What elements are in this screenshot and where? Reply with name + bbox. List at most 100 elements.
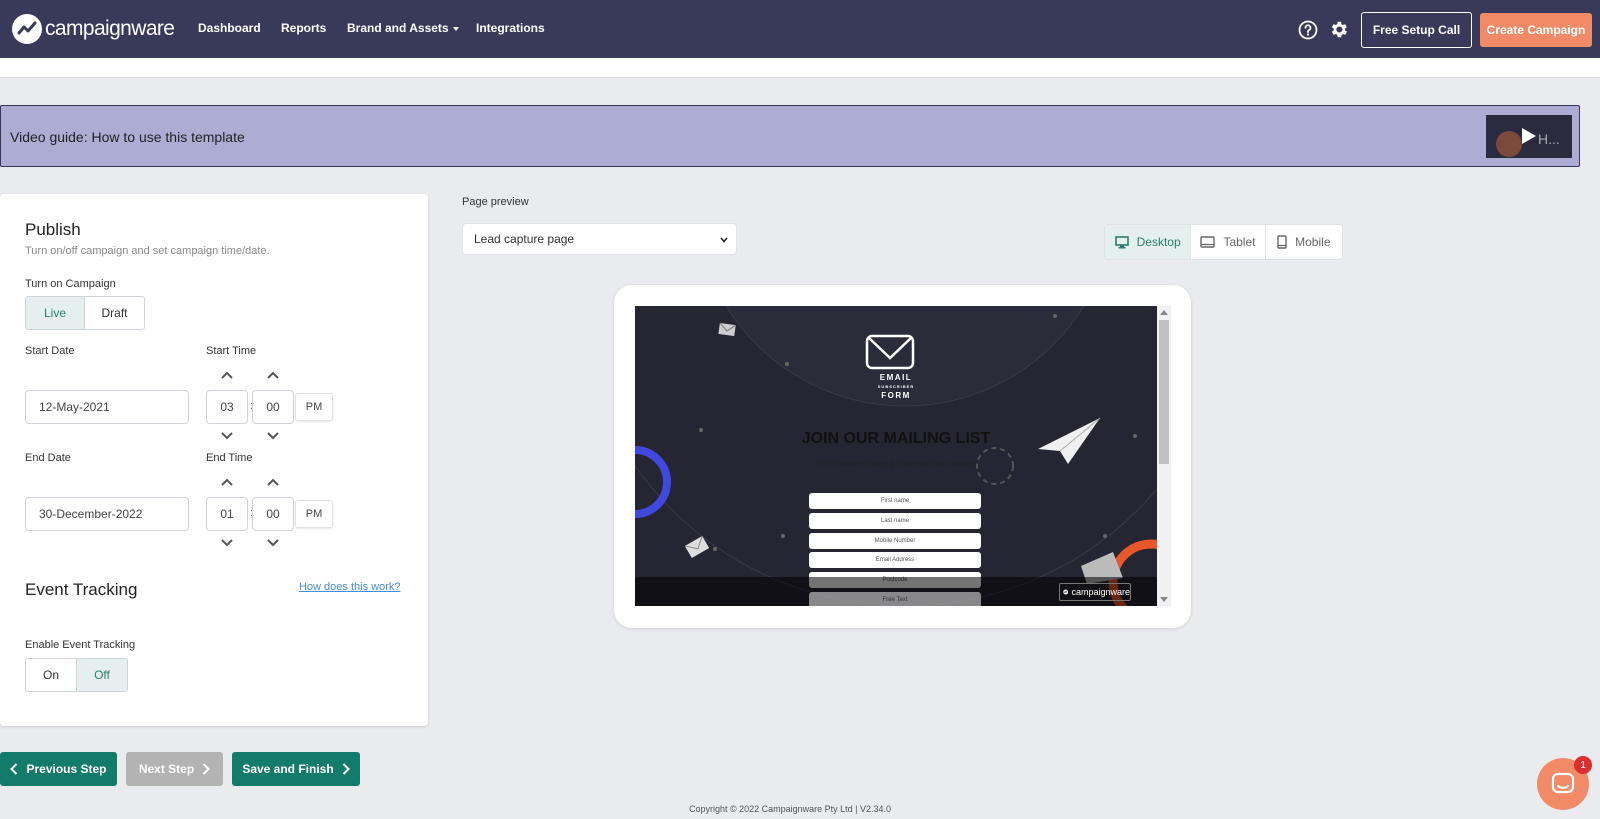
publish-card: Publish Turn on/off campaign and set cam… bbox=[0, 194, 428, 726]
device-switcher: Desktop Tablet Mobile bbox=[1104, 224, 1343, 260]
play-icon[interactable] bbox=[1522, 128, 1536, 144]
previous-step-button[interactable]: Previous Step bbox=[0, 752, 117, 786]
device-mobile-label: Mobile bbox=[1295, 235, 1331, 249]
preview-field-email: Email Address bbox=[809, 552, 981, 568]
end-ampm-toggle[interactable]: PM bbox=[295, 500, 333, 528]
end-hour-up-icon[interactable] bbox=[221, 478, 233, 486]
next-step-button[interactable]: Next Step bbox=[126, 752, 223, 786]
save-and-finish-label: Save and Finish bbox=[242, 762, 334, 776]
logo[interactable]: campaignware bbox=[12, 13, 175, 45]
nav-reports[interactable]: Reports bbox=[281, 21, 326, 35]
nav-integrations[interactable]: Integrations bbox=[476, 21, 545, 35]
start-minute-input[interactable]: 00 bbox=[252, 390, 294, 424]
desktop-icon bbox=[1114, 235, 1129, 248]
end-minute-up-icon[interactable] bbox=[267, 478, 279, 486]
preview-device-frame: EMAIL SUBSCRIBER FORM JOIN OUR MAILING L… bbox=[614, 285, 1191, 628]
scroll-up-icon[interactable] bbox=[1160, 310, 1168, 315]
start-ampm-toggle[interactable]: PM bbox=[295, 393, 333, 421]
chevron-left-icon bbox=[10, 763, 18, 775]
brand-name: campaignware bbox=[45, 17, 175, 40]
copyright-text: Copyright © 2022 Campaignware Pty Ltd | … bbox=[688, 804, 892, 814]
save-and-finish-button[interactable]: Save and Finish bbox=[232, 752, 360, 786]
start-minute-down-icon[interactable] bbox=[267, 432, 279, 440]
video-guide-banner[interactable]: Video guide: How to use this template H.… bbox=[0, 105, 1580, 167]
preview-field-free-text: Free Text bbox=[809, 592, 981, 606]
start-hour-input[interactable]: 03 bbox=[206, 390, 248, 424]
tracking-off-button[interactable]: Off bbox=[76, 659, 127, 691]
create-campaign-button[interactable]: Create Campaign bbox=[1480, 13, 1592, 47]
publish-subtitle: Turn on/off campaign and set campaign ti… bbox=[25, 245, 270, 257]
preview-field-mobile: Mobile Number bbox=[809, 533, 981, 549]
device-mobile-button[interactable]: Mobile bbox=[1264, 225, 1342, 259]
thumbnail-caption: H... bbox=[1538, 131, 1560, 147]
mailing-list-heading: JOIN OUR MAILING LIST bbox=[801, 430, 991, 447]
video-guide-title: Video guide: How to use this template bbox=[10, 129, 245, 145]
previous-step-label: Previous Step bbox=[26, 762, 107, 776]
device-desktop-label: Desktop bbox=[1136, 235, 1181, 249]
brand-line-form: FORM bbox=[881, 391, 911, 400]
event-tracking-toggle: On Off bbox=[25, 658, 128, 692]
logo-mark-icon bbox=[12, 14, 42, 44]
email-subscriber-logo-text: EMAIL SUBSCRIBER FORM bbox=[635, 373, 1157, 400]
end-hour-input[interactable]: 01 bbox=[206, 497, 248, 531]
start-hour-up-icon[interactable] bbox=[221, 371, 233, 379]
preview-page-selected: Lead capture page bbox=[474, 232, 575, 246]
chevron-right-icon bbox=[202, 763, 211, 775]
end-date-input[interactable]: 30-December-2022 bbox=[25, 497, 189, 531]
turn-on-campaign-label: Turn on Campaign bbox=[25, 278, 116, 290]
campaign-status-toggle: Live Draft bbox=[25, 296, 145, 330]
preview-field-last-name: Last name bbox=[809, 513, 981, 529]
chat-unread-badge: 1 bbox=[1574, 756, 1592, 774]
chevron-right-icon bbox=[342, 763, 350, 775]
chevron-down-icon bbox=[720, 237, 728, 243]
nav-brand-assets-label: Brand and Assets bbox=[347, 21, 449, 35]
tracking-on-button[interactable]: On bbox=[26, 659, 76, 691]
end-hour-down-icon[interactable] bbox=[221, 539, 233, 547]
device-desktop-button[interactable]: Desktop bbox=[1105, 225, 1191, 259]
device-tablet-label: Tablet bbox=[1223, 235, 1256, 249]
scroll-down-icon[interactable] bbox=[1160, 597, 1168, 602]
free-setup-call-button[interactable]: Free Setup Call bbox=[1361, 12, 1472, 48]
brand-line-subscriber: SUBSCRIBER bbox=[877, 384, 915, 389]
end-minute-input[interactable]: 00 bbox=[252, 497, 294, 531]
mailing-list-subheading: Fill in this form to stay up to date wit… bbox=[817, 461, 975, 468]
campaignware-badge-text: campaignware bbox=[1071, 587, 1130, 597]
end-minute-down-icon[interactable] bbox=[267, 539, 279, 547]
start-hour-down-icon[interactable] bbox=[221, 432, 233, 440]
device-tablet-button[interactable]: Tablet bbox=[1190, 225, 1264, 259]
preview-screen[interactable]: EMAIL SUBSCRIBER FORM JOIN OUR MAILING L… bbox=[635, 306, 1157, 606]
draft-button[interactable]: Draft bbox=[84, 297, 144, 329]
chat-icon bbox=[1551, 772, 1575, 794]
help-icon[interactable] bbox=[1298, 20, 1318, 40]
event-tracking-title: Event Tracking bbox=[25, 580, 138, 599]
gear-icon[interactable] bbox=[1328, 19, 1349, 40]
nav-brand-assets[interactable]: Brand and Assets bbox=[347, 21, 459, 35]
preview-page-select[interactable]: Lead capture page bbox=[462, 223, 737, 255]
scroll-thumb[interactable] bbox=[1159, 320, 1169, 464]
live-button[interactable]: Live bbox=[26, 297, 84, 329]
preview-scrollbar[interactable] bbox=[1157, 306, 1171, 606]
top-navbar: campaignware Dashboard Reports Brand and… bbox=[0, 0, 1600, 58]
publish-title: Publish bbox=[25, 220, 81, 239]
sub-toolbar bbox=[0, 58, 1600, 78]
page-preview-label: Page preview bbox=[462, 196, 529, 208]
end-date-label: End Date bbox=[25, 452, 71, 464]
end-time-label: End Time bbox=[206, 452, 253, 464]
tablet-icon bbox=[1200, 236, 1216, 248]
caret-down-icon bbox=[452, 26, 459, 31]
thumbnail-avatar bbox=[1496, 131, 1522, 157]
preview-field-first-name: First name bbox=[809, 493, 981, 509]
video-thumbnail[interactable]: H... bbox=[1486, 115, 1572, 158]
start-date-input[interactable]: 12-May-2021 bbox=[25, 390, 189, 424]
nav-dashboard[interactable]: Dashboard bbox=[198, 21, 261, 35]
logo-mark-icon bbox=[1063, 589, 1069, 595]
enable-event-tracking-label: Enable Event Tracking bbox=[25, 639, 136, 651]
start-time-label: Start Time bbox=[206, 345, 257, 357]
start-minute-up-icon[interactable] bbox=[267, 371, 279, 379]
campaignware-badge: campaignware bbox=[1059, 583, 1131, 601]
mobile-icon bbox=[1277, 235, 1287, 249]
brand-line-email: EMAIL bbox=[879, 373, 913, 382]
next-step-label: Next Step bbox=[138, 762, 195, 776]
how-does-this-work-link[interactable]: How does this work? bbox=[299, 581, 401, 593]
start-date-label: Start Date bbox=[25, 345, 75, 357]
